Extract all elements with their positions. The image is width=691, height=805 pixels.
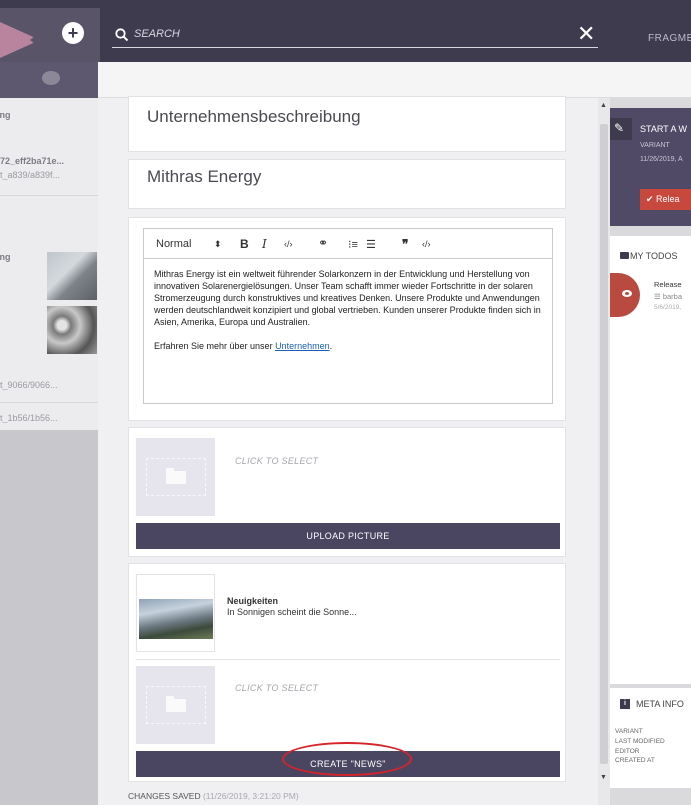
blockquote-icon[interactable]: ❞ [402, 237, 408, 251]
bold-icon[interactable]: B [240, 237, 249, 251]
search-underline [112, 47, 598, 48]
chat-icon [620, 252, 629, 259]
editor-paragraph: Mithras Energy ist ein weltweit führende… [154, 269, 541, 327]
meta-row-label: CREATED AT [615, 757, 655, 764]
scroll-up-arrow-icon[interactable]: ▲ [600, 102, 607, 109]
fragment-label[interactable]: FRAGME [648, 33, 691, 44]
scroll-down-arrow-icon[interactable]: ▼ [600, 774, 607, 781]
info-icon: i [620, 699, 630, 709]
rich-text-editor[interactable]: Normal ⬍ B I ‹/› ⚭ ⁝≡ ☰ ❞ ‹/› Mithras En… [143, 228, 553, 404]
list-icon: ☰ [654, 292, 663, 301]
left-item-thumbnail[interactable] [47, 252, 97, 300]
save-status: CHANGES SAVED (11/26/2019, 3:21:20 PM) [128, 791, 299, 801]
todo-user-name: barba [662, 292, 682, 301]
editor-text: . [329, 341, 333, 351]
link-icon[interactable]: ⚭ [318, 236, 328, 250]
italic-icon[interactable]: I [262, 237, 267, 251]
folder-icon [166, 696, 186, 712]
divider [136, 659, 560, 660]
code-inline-icon[interactable]: ‹/› [284, 239, 293, 249]
keyboard-icon[interactable] [42, 71, 60, 85]
editor-toolbar: Normal ⬍ B I ‹/› ⚭ ⁝≡ ☰ ❞ ‹/› [144, 229, 552, 259]
check-icon: ✔ [646, 194, 657, 204]
meta-info-title: META INFO [636, 699, 684, 709]
bullet-list-icon[interactable]: ☰ [366, 238, 376, 251]
divider [0, 195, 98, 196]
image-placeholder[interactable] [136, 438, 215, 516]
release-button[interactable]: ✔ Relea [640, 189, 691, 210]
meta-row-label: VARIANT [615, 728, 643, 735]
divider [0, 402, 98, 403]
workflow-date: 11/26/2019, A [640, 156, 683, 163]
editor-content[interactable]: Mithras Energy ist ein weltweit führende… [144, 259, 552, 373]
click-to-select-label[interactable]: CLICK TO SELECT [235, 683, 318, 693]
pencil-icon: ✎ [614, 121, 625, 135]
heading-title: Unternehmensbeschreibung [147, 107, 361, 126]
editor-text: Erfahren Sie mehr über unser [154, 341, 276, 351]
meta-row-label: EDITOR [615, 748, 640, 755]
code-block-icon[interactable]: ‹/› [422, 239, 431, 249]
search-icon [115, 28, 129, 42]
heading-title: Mithras Energy [147, 167, 262, 186]
company-link[interactable]: Unternehmen [275, 341, 330, 351]
left-item-label[interactable]: ibung [0, 110, 98, 120]
picture-card: CLICK TO SELECT UPLOAD PICTURE [128, 427, 566, 557]
meta-row-label: LAST MODIFIED [615, 738, 665, 745]
upload-picture-button[interactable]: UPLOAD PICTURE [136, 523, 560, 549]
news-thumbnail[interactable] [136, 574, 215, 652]
heading-card[interactable]: Unternehmensbeschreibung [128, 96, 566, 152]
ordered-list-icon[interactable]: ⁝≡ [348, 238, 358, 251]
todos-title: MY TODOS [630, 251, 678, 261]
save-status-timestamp: (11/26/2019, 3:21:20 PM) [202, 791, 299, 801]
eye-icon [622, 290, 632, 297]
todo-title[interactable]: Release [654, 280, 682, 289]
close-icon[interactable]: ✕ [577, 23, 595, 45]
scrollbar-thumb[interactable] [600, 124, 608, 764]
sub-header [98, 62, 691, 98]
editor-paragraph: Erfahren Sie mehr über unser Unternehmen… [154, 340, 542, 352]
news-title[interactable]: Neuigkeiten [227, 596, 278, 606]
heading-card[interactable]: Mithras Energy [128, 159, 566, 209]
logo [0, 8, 100, 64]
logo-cutout [30, 16, 60, 64]
add-button[interactable]: + [62, 22, 84, 44]
left-item-label[interactable]: 8e72_eff2ba71e... [0, 156, 98, 166]
news-image [139, 599, 213, 639]
richtext-card: Normal ⬍ B I ‹/› ⚭ ⁝≡ ☰ ❞ ‹/› Mithras En… [128, 217, 566, 421]
news-teaser: In Sonnigen scheint die Sonne... [227, 607, 357, 617]
folder-icon [166, 468, 186, 484]
save-status-label: CHANGES SAVED [128, 791, 203, 801]
workflow-title: START A W [640, 124, 688, 134]
click-to-select-label[interactable]: CLICK TO SELECT [235, 456, 318, 466]
format-select-arrow-icon[interactable]: ⬍ [214, 239, 222, 250]
search-input[interactable] [134, 24, 554, 44]
format-select[interactable]: Normal [156, 238, 191, 250]
left-item-thumbnail[interactable] [47, 306, 97, 354]
left-item-label[interactable]: ent_9066/9066... [0, 380, 98, 390]
image-placeholder[interactable] [136, 666, 215, 744]
highlight-annotation [282, 742, 412, 776]
todo-user: ☰ barba [654, 292, 682, 301]
todo-date: 5/6/2019, [654, 304, 682, 311]
pencil-badge: ✎ [610, 118, 632, 140]
left-item-label[interactable]: ent_1b56/1b56... [0, 413, 98, 423]
release-label: Relea [656, 194, 680, 204]
left-item-label[interactable]: ent_a839/a839f... [0, 170, 98, 180]
workflow-variant: VARIANT [640, 142, 670, 149]
